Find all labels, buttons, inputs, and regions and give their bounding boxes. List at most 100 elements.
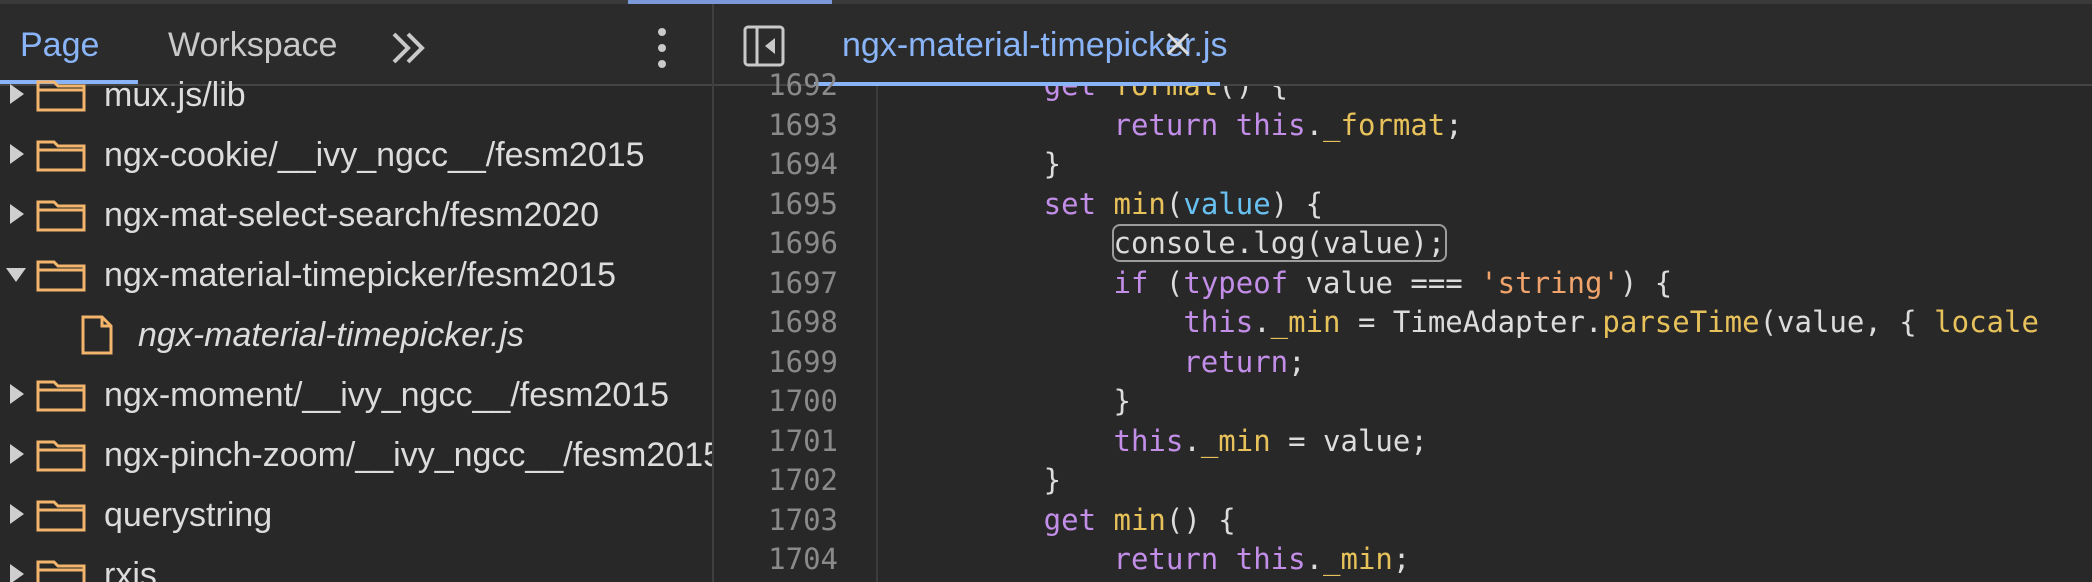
tree-item-label: ngx-mat-select-search/fesm2020 [104, 196, 600, 234]
line-number[interactable]: 1692 [768, 66, 838, 105]
tree-item-label: ngx-material-timepicker/fesm2015 [104, 256, 617, 294]
code-area[interactable]: get format() { return this._format; } se… [878, 86, 2092, 582]
line-number[interactable]: 1702 [768, 461, 838, 500]
code-token: } [904, 147, 1062, 181]
tab-workspace[interactable]: Workspace [168, 26, 337, 65]
line-number[interactable]: 1693 [768, 106, 838, 145]
code-line: } [904, 382, 1131, 421]
code-line: console.log(value); [904, 224, 1448, 263]
code-token: = TimeAdapter. [1340, 305, 1603, 339]
folder-icon [36, 378, 86, 412]
code-token: _format [1323, 107, 1446, 142]
code-token: typeof [1183, 265, 1289, 300]
code-token: = value; [1270, 423, 1428, 458]
expand-arrow-icon[interactable] [10, 204, 24, 224]
code-token: this [904, 305, 1254, 339]
code-line: } [904, 461, 1061, 500]
code-token: ) { [1619, 265, 1673, 300]
tab-open-file[interactable]: ngx-material-timepicker.js [814, 4, 1227, 86]
code-token: if [904, 265, 1166, 300]
highlighted-expression: console.log(value); [1111, 224, 1448, 262]
tree-item-file-ngx-material-timepicker-js[interactable]: ngx-material-timepicker.js [0, 304, 714, 364]
code-token: } [904, 463, 1062, 497]
tree-item-ngx-cookie[interactable]: ngx-cookie/__ivy_ngcc__/fesm2015 [0, 124, 714, 184]
code-token: _min [1323, 542, 1393, 576]
tree-item-label: ngx-pinch-zoom/__ivy_ngcc__/fesm2015 [104, 436, 714, 474]
tree-item-ngx-moment[interactable]: ngx-moment/__ivy_ngcc__/fesm2015 [0, 364, 714, 424]
file-icon [80, 314, 114, 356]
code-line: get format() { [904, 86, 1288, 105]
code-token: parseTime [1602, 305, 1760, 339]
code-token: this [904, 423, 1184, 458]
code-token: min [1113, 502, 1166, 537]
tree-item-label: querystring [104, 496, 273, 534]
code-token: format [1114, 86, 1219, 102]
code-token: return [904, 344, 1289, 379]
line-number[interactable]: 1704 [768, 540, 838, 579]
code-token: ( [1165, 265, 1184, 300]
code-token: min [1113, 186, 1166, 221]
editor-tabbar: ngx-material-timepicker.js [714, 4, 2092, 86]
line-number[interactable]: 1703 [768, 501, 838, 540]
expand-arrow-icon[interactable] [10, 84, 24, 104]
code-token: return this [904, 542, 1306, 576]
sidebar-toggle-icon[interactable] [742, 24, 786, 68]
tree-item-ngx-material-timepicker[interactable]: ngx-material-timepicker/fesm2015 [0, 244, 714, 304]
code-token: ; [1288, 344, 1306, 379]
folder-icon [36, 438, 86, 472]
tree-item-label: ngx-material-timepicker.js [138, 316, 525, 354]
line-number[interactable]: 1695 [768, 185, 838, 224]
code-line: return; [904, 343, 1306, 382]
expand-arrow-icon[interactable] [10, 564, 24, 582]
line-number[interactable]: 1694 [768, 145, 838, 184]
tree-item-rxjs[interactable]: rxjs [0, 544, 714, 582]
code-line: this._min = value; [904, 422, 1428, 461]
code-token: . [1305, 542, 1324, 576]
code-token: get [904, 502, 1114, 537]
expand-arrow-icon[interactable] [10, 144, 24, 164]
tree-item-label: mux.js/lib [104, 76, 246, 114]
expand-arrow-icon[interactable] [10, 384, 24, 404]
line-number[interactable]: 1699 [768, 343, 838, 382]
tree-item-querystring[interactable]: querystring [0, 484, 714, 544]
code-token: ) { [1270, 186, 1324, 221]
code-token: } [904, 384, 1131, 418]
code-line: if (typeof value === 'string') { [904, 264, 1673, 303]
tree-item-label: ngx-moment/__ivy_ngcc__/fesm2015 [104, 376, 670, 414]
code-line: return this._min; [904, 540, 1411, 579]
code-line: } [904, 145, 1061, 184]
navigator-panel: Page Workspace mux.js/lib ngx-cookie/__i… [0, 4, 714, 582]
code-token: () { [1218, 86, 1288, 102]
tree-item-mux-js-lib[interactable]: mux.js/lib [0, 64, 714, 124]
collapse-arrow-icon[interactable] [6, 268, 26, 282]
line-number[interactable]: 1698 [768, 303, 838, 342]
code-token: set [904, 186, 1114, 221]
code-token: value === [1288, 265, 1481, 300]
code-token: . [1253, 305, 1271, 339]
tree-item-ngx-pinch-zoom[interactable]: ngx-pinch-zoom/__ivy_ngcc__/fesm2015 [0, 424, 714, 484]
code-line: set min(value) { [904, 185, 1323, 224]
folder-icon [36, 198, 86, 232]
line-number[interactable]: 1700 [768, 382, 838, 421]
code-token: (value, { [1759, 305, 1935, 339]
code-token: value [1183, 186, 1271, 221]
code-token: ; [1392, 542, 1411, 576]
folder-icon [36, 258, 86, 292]
close-icon[interactable] [1162, 28, 1194, 60]
tree-item-label: ngx-cookie/__ivy_ngcc__/fesm2015 [104, 136, 645, 174]
code-token: ( [1165, 186, 1184, 221]
code-token: get [904, 86, 1114, 102]
code-token: return this [904, 107, 1306, 142]
folder-icon [36, 498, 86, 532]
tree-item-ngx-mat-select-search[interactable]: ngx-mat-select-search/fesm2020 [0, 184, 714, 244]
line-number[interactable]: 1701 [768, 422, 838, 461]
line-number-gutter[interactable]: 1692 1693 1694 1695 1696 1697 1698 1699 1700 1701… [714, 68, 878, 582]
expand-arrow-icon[interactable] [10, 444, 24, 464]
line-number[interactable]: 1696 [768, 224, 838, 263]
folder-icon [36, 78, 86, 112]
line-number[interactable]: 1697 [768, 264, 838, 303]
expand-arrow-icon[interactable] [10, 504, 24, 524]
editor-panel: ngx-material-timepicker.js 1692 1693 1694 1… [714, 4, 2092, 582]
tab-page[interactable]: Page [20, 26, 99, 65]
